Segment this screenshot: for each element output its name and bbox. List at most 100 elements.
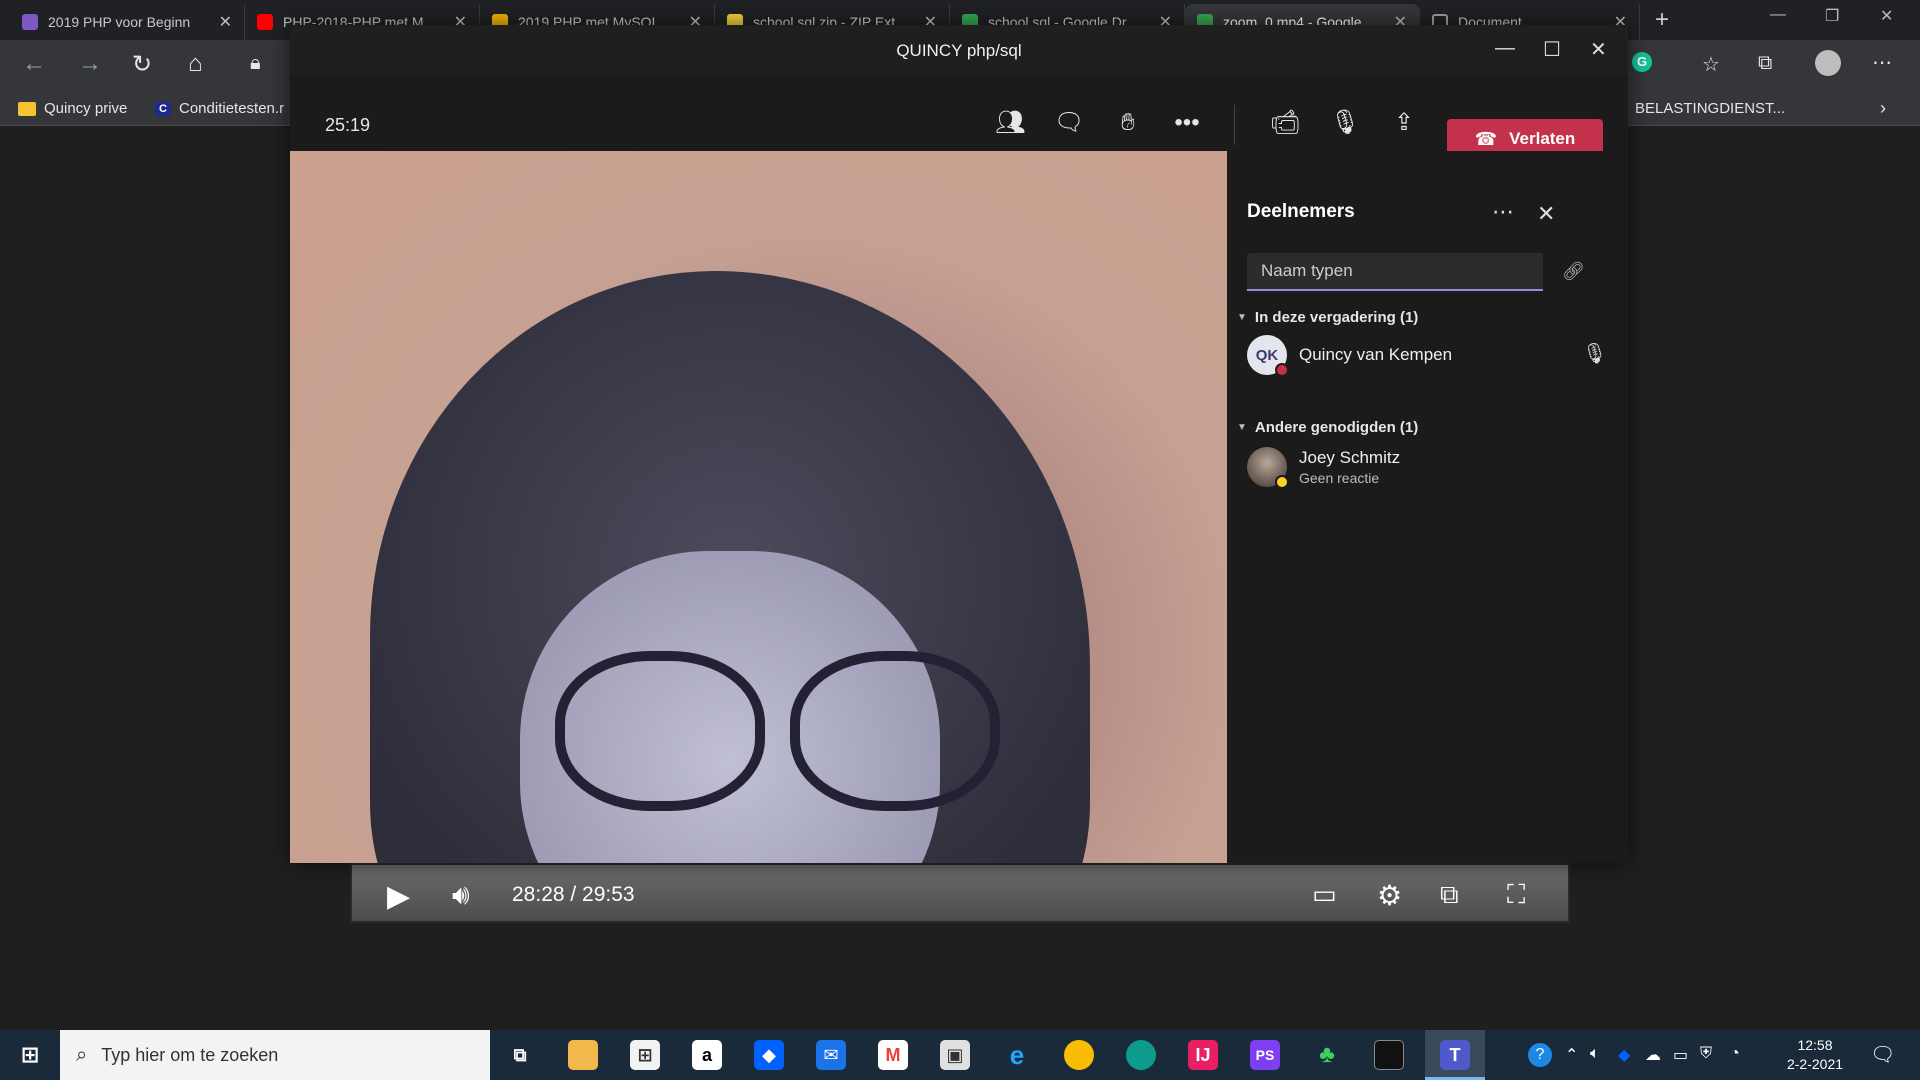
chrome-icon[interactable] <box>1064 1040 1094 1070</box>
group-in-meeting[interactable]: ▼ In deze vergadering (1) <box>1237 309 1418 326</box>
leave-button-label: Verlaten <box>1509 129 1576 148</box>
video-subject-glasses <box>555 651 765 811</box>
close-icon[interactable]: ✕ <box>1590 37 1607 62</box>
more-menu-icon[interactable]: ⋯ <box>1872 50 1892 75</box>
bookmark-label: Quincy prive <box>44 100 128 117</box>
close-panel-icon[interactable]: ✕ <box>1537 201 1555 227</box>
participant-row[interactable]: Joey Schmitz Geen reactie <box>1247 445 1400 489</box>
taskbar-clock[interactable]: 12:58 2-2-2021 <box>1775 1036 1855 1074</box>
folder-icon <box>18 101 36 116</box>
browser-tab[interactable]: 2019 PHP voor Beginn ✕ <box>10 4 245 40</box>
meeting-timer: 25:19 <box>325 115 371 135</box>
panel-title: Deelnemers <box>1247 201 1355 222</box>
share-link-icon[interactable]: 🔗︎ <box>1562 261 1585 282</box>
participant-name: Quincy van Kempen <box>1299 345 1453 364</box>
windows-taskbar: ⊞ ⌕ Typ hier om te zoeken ⧉ ⊞ a ◆ ✉ M ▣ … <box>0 1030 1920 1080</box>
play-icon[interactable]: ▶ <box>387 879 410 914</box>
onedrive-icon[interactable]: ☁ <box>1645 1045 1661 1065</box>
close-window-icon[interactable]: ✕ <box>1880 6 1893 26</box>
bookmark-label: Conditietesten.r <box>179 100 285 117</box>
avatar <box>1247 447 1289 489</box>
participant-status: Geen reactie <box>1299 470 1380 486</box>
task-view-icon[interactable]: ⧉ <box>505 1040 535 1070</box>
subtitles-icon[interactable]: ▭ <box>1312 879 1337 910</box>
bookmark-item[interactable]: BELASTINGDIENST... <box>1635 100 1785 117</box>
participant-search-input[interactable]: Naam typen <box>1247 253 1543 291</box>
bookmark-item[interactable]: C Conditietesten.r <box>155 100 284 117</box>
reload-icon[interactable]: ↻ <box>132 50 152 79</box>
share-screen-icon[interactable]: ⇪ <box>1389 108 1419 138</box>
divider <box>1234 105 1235 145</box>
collections-icon[interactable]: ⧉ <box>1758 52 1772 75</box>
dropbox-tray-icon[interactable]: ◆ <box>1618 1045 1630 1065</box>
remote-desktop-icon[interactable]: ▣ <box>940 1040 970 1070</box>
clock-time: 12:58 <box>1797 1037 1833 1053</box>
settings-gear-icon[interactable]: ⚙ <box>1377 879 1402 912</box>
minimize-icon[interactable]: — <box>1770 6 1786 24</box>
wifi-icon[interactable]: ◔ <box>1730 1045 1740 1063</box>
forward-arrow-icon[interactable]: → <box>78 50 102 78</box>
microphone-muted-icon[interactable]: 🎙︎ <box>1330 108 1360 138</box>
group-label: In deze vergadering (1) <box>1254 309 1419 326</box>
dropbox-icon[interactable]: ◆ <box>754 1040 784 1070</box>
chevron-down-icon: ▼ <box>1237 312 1247 323</box>
restore-icon[interactable]: ❐ <box>1825 6 1839 26</box>
intellij-icon[interactable]: IJ <box>1188 1040 1218 1070</box>
search-icon: ⌕ <box>76 1043 88 1066</box>
avatar-initials: QK <box>1255 346 1279 364</box>
participant-row[interactable]: QK Quincy van Kempen <box>1247 333 1452 377</box>
security-icon[interactable]: ⛨ <box>1700 1045 1712 1063</box>
tab-favicon-icon <box>22 14 38 30</box>
favorites-icon[interactable]: ☆ <box>1702 52 1720 77</box>
file-explorer-icon[interactable] <box>568 1040 598 1070</box>
store-icon[interactable]: ⊞ <box>630 1040 660 1070</box>
edge-icon[interactable] <box>1126 1040 1156 1070</box>
volume-icon[interactable]: 🔈︎ <box>1590 1045 1600 1063</box>
participant-video-feed <box>290 151 1227 863</box>
phpstorm-icon[interactable]: PS <box>1250 1040 1280 1070</box>
grammarly-icon[interactable]: G <box>1632 52 1652 72</box>
notifications-icon[interactable]: 🗨︎ <box>1870 1042 1895 1067</box>
fullscreen-icon[interactable]: ⛶ <box>1507 879 1525 911</box>
chevron-up-icon[interactable]: ⌃ <box>1565 1045 1578 1065</box>
evernote-icon[interactable]: ♣ <box>1312 1040 1342 1070</box>
avatar: QK <box>1247 335 1289 377</box>
internet-explorer-icon[interactable]: e <box>1002 1040 1032 1070</box>
maximize-icon[interactable]: ☐ <box>1543 37 1561 62</box>
camera-icon[interactable]: 📹︎ <box>1270 108 1300 138</box>
windows-start-icon[interactable]: ⊞ <box>15 1040 45 1070</box>
miniplayer-icon[interactable]: ⧉ <box>1440 879 1459 911</box>
participants-icon[interactable]: 👥︎ <box>995 108 1025 138</box>
profile-avatar[interactable] <box>1815 50 1841 76</box>
gmail-icon[interactable]: M <box>878 1040 908 1070</box>
volume-icon[interactable]: 🔊︎ <box>452 879 470 912</box>
home-icon[interactable]: ⌂ <box>188 50 203 78</box>
raise-hand-icon[interactable]: ✋︎ <box>1113 108 1143 138</box>
help-icon[interactable]: ? <box>1528 1043 1552 1067</box>
mail-icon[interactable]: ✉ <box>816 1040 846 1070</box>
back-arrow-icon[interactable]: ← <box>22 50 46 78</box>
close-icon[interactable]: ✕ <box>219 12 232 32</box>
microphone-muted-icon[interactable]: 🎙︎ <box>1582 341 1607 366</box>
teams-icon: T <box>1440 1040 1470 1070</box>
group-label: Andere genodigden (1) <box>1254 419 1419 436</box>
minimize-icon[interactable]: — <box>1495 37 1515 60</box>
battery-icon[interactable]: ▭ <box>1673 1045 1688 1065</box>
group-invited[interactable]: ▼ Andere genodigden (1) <box>1237 419 1418 436</box>
more-actions-icon[interactable]: ••• <box>1172 108 1202 138</box>
presence-busy-icon <box>1275 363 1289 377</box>
participants-panel: Deelnemers ⋯ ✕ Naam typen 🔗︎ ▼ In deze v… <box>1227 151 1628 863</box>
taskbar-search-box[interactable]: ⌕ Typ hier om te zoeken <box>60 1030 490 1080</box>
chevron-down-icon: ▼ <box>1237 422 1247 433</box>
bookmark-item[interactable]: Quincy prive <box>18 100 127 117</box>
lock-icon[interactable]: 🔒︎ <box>250 52 261 75</box>
more-options-icon[interactable]: ⋯ <box>1492 199 1514 225</box>
search-placeholder: Typ hier om te zoeken <box>101 1044 279 1065</box>
new-tab-plus-icon[interactable]: + <box>1655 6 1669 34</box>
taskbar-active-app[interactable]: T <box>1425 1030 1485 1080</box>
chevron-right-icon[interactable]: › <box>1880 98 1886 119</box>
terminal-icon[interactable] <box>1374 1040 1404 1070</box>
amazon-icon[interactable]: a <box>692 1040 722 1070</box>
participant-name: Joey Schmitz <box>1299 448 1401 467</box>
chat-icon[interactable]: 🗨︎ <box>1054 108 1084 138</box>
